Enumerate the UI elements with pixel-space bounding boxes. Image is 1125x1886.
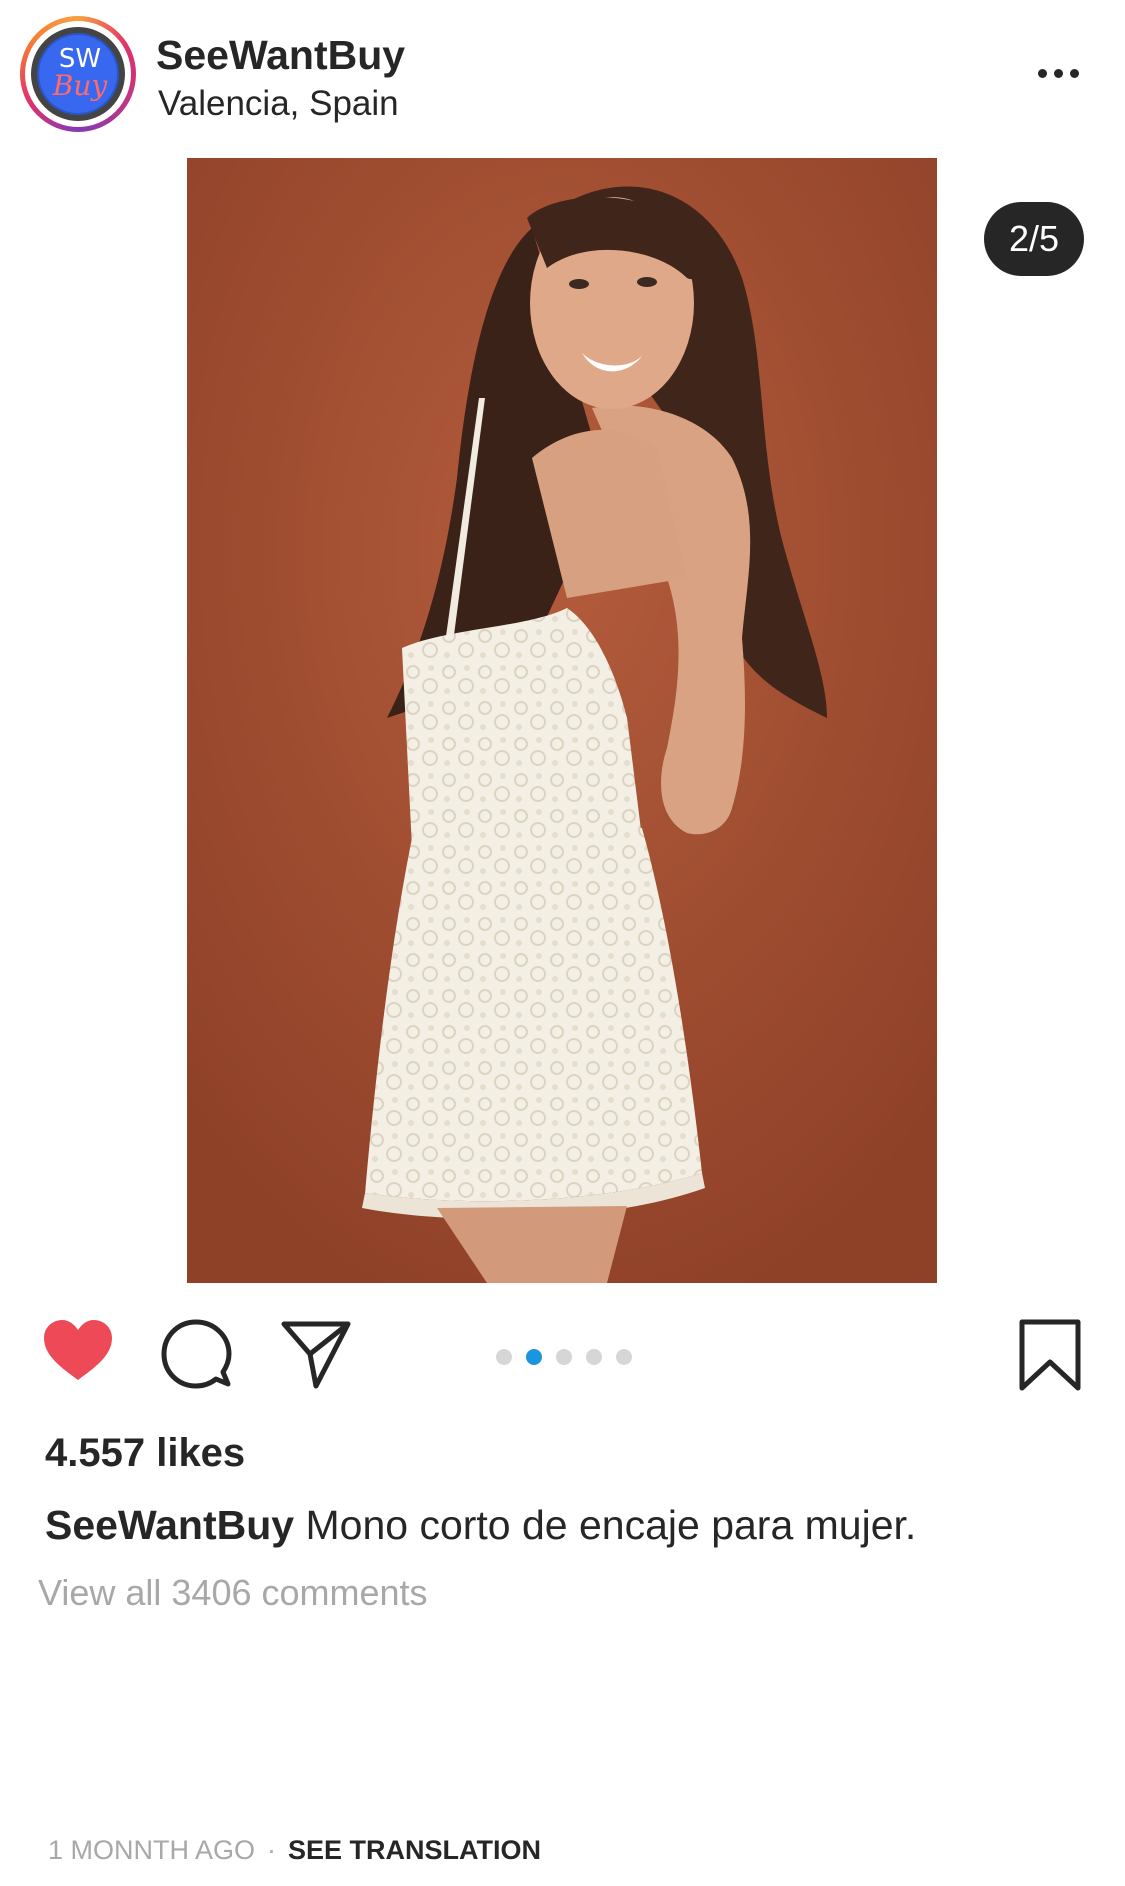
username[interactable]: SeeWantBuy	[156, 32, 405, 78]
post-footer: 1 MONNTH AGO · SEE TRANSLATION	[48, 1834, 541, 1866]
likes-count[interactable]: 4.557 likes	[45, 1430, 245, 1476]
carousel-dot[interactable]	[496, 1349, 512, 1365]
post-image-illustration	[187, 158, 937, 1283]
share-button[interactable]	[280, 1318, 352, 1390]
location[interactable]: Valencia, Spain	[158, 84, 399, 124]
like-button[interactable]	[42, 1318, 114, 1384]
carousel-dot[interactable]	[556, 1349, 572, 1365]
bookmark-icon	[1019, 1319, 1081, 1391]
save-button[interactable]	[1018, 1318, 1082, 1392]
carousel-dot[interactable]	[586, 1349, 602, 1365]
more-options-icon[interactable]	[1030, 60, 1090, 88]
carousel-dot[interactable]	[616, 1349, 632, 1365]
avatar[interactable]: SW Buy	[20, 16, 136, 132]
caption-text: Mono corto de encaje para mujer.	[305, 1502, 917, 1548]
see-translation-link[interactable]: SEE TRANSLATION	[288, 1835, 541, 1865]
caption-username[interactable]: SeeWantBuy	[45, 1502, 294, 1548]
avatar-image: SW Buy	[31, 27, 125, 121]
comment-button[interactable]	[160, 1318, 232, 1390]
image-counter-badge: 2/5	[984, 202, 1084, 276]
carousel-dot-active[interactable]	[526, 1349, 542, 1365]
view-all-comments-link[interactable]: View all 3406 comments	[38, 1572, 428, 1614]
comment-icon	[161, 1319, 232, 1389]
avatar-border: SW Buy	[25, 21, 131, 127]
heart-filled-icon	[44, 1320, 112, 1380]
post-image[interactable]	[187, 158, 937, 1283]
separator: ·	[267, 1835, 277, 1865]
send-icon	[281, 1321, 351, 1389]
avatar-logo: SW Buy	[37, 33, 119, 115]
avatar-logo-text-bottom: Buy	[52, 69, 108, 102]
caption: SeeWantBuy Mono corto de encaje para muj…	[45, 1501, 916, 1549]
timestamp: 1 MONNTH AGO	[48, 1835, 256, 1865]
